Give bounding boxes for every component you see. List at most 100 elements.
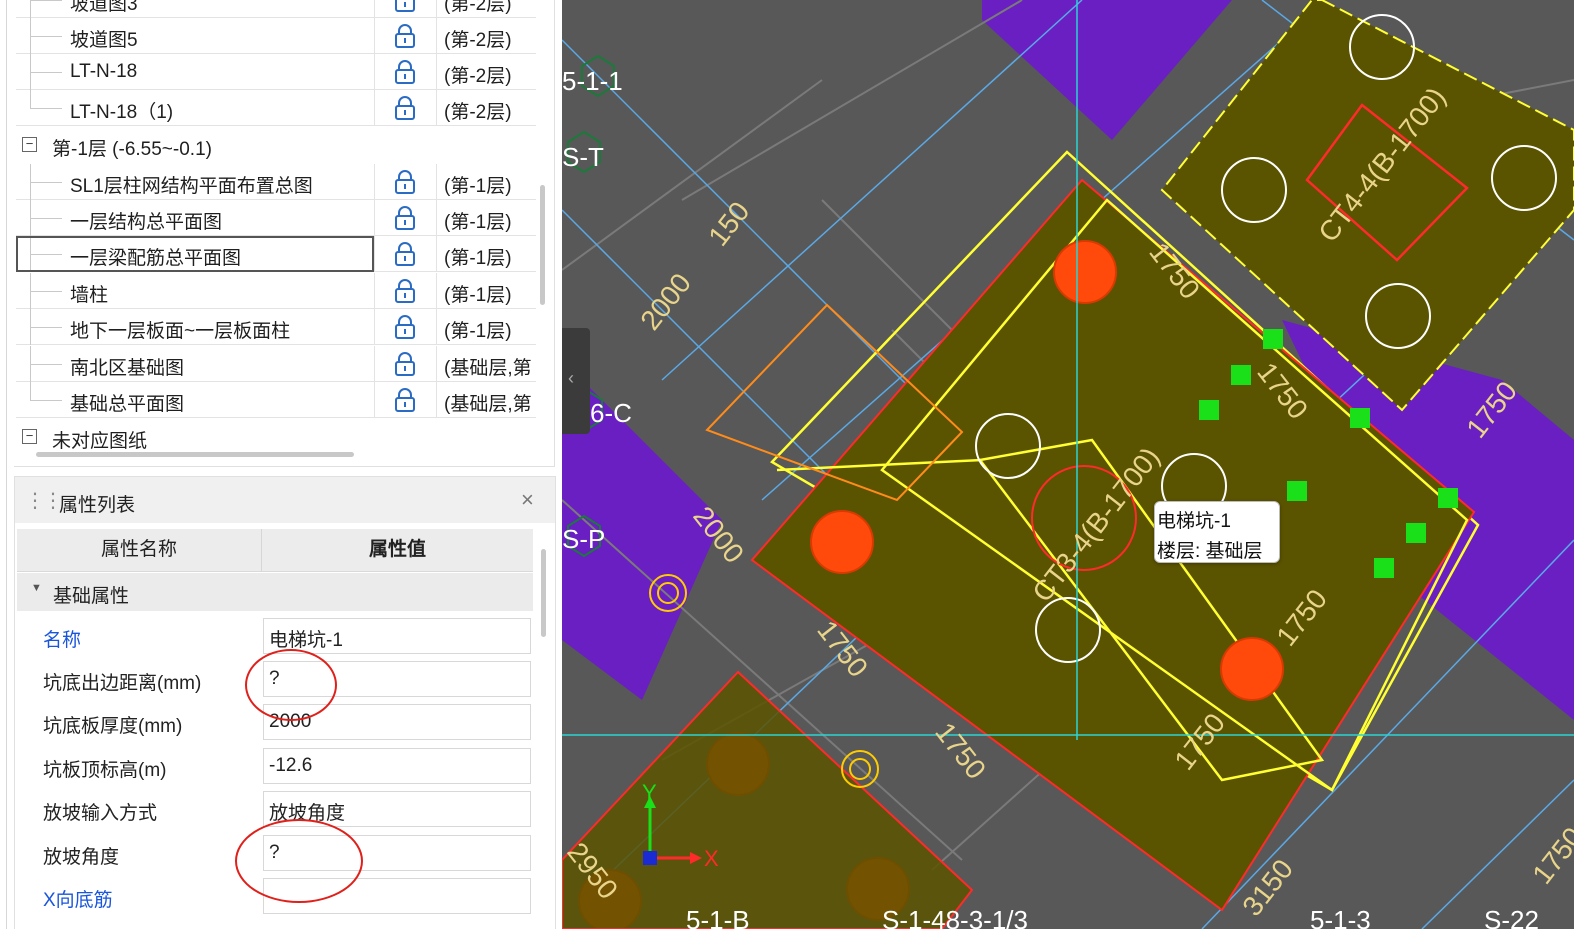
tree-row-name: 坡道图5 [70, 30, 138, 51]
caret-down-icon[interactable]: ▼ [31, 582, 42, 594]
axis-label: 5-1-1 [562, 66, 623, 96]
tree-row[interactable]: 基础总平面图 (基础层,第 [16, 382, 536, 418]
selection-outline [16, 236, 374, 272]
lock-icon[interactable] [392, 169, 418, 195]
axis-label: S-P [562, 524, 605, 554]
axis-label: 5-1-B [686, 905, 750, 929]
property-name: X向底筋 [43, 890, 113, 911]
tree-row-name: SL1层柱网结构平面布置总图 [70, 176, 313, 197]
lock-icon[interactable] [392, 314, 418, 340]
property-value-field[interactable]: 电梯坑-1 [263, 618, 531, 654]
property-panel-header[interactable]: ⋮⋮ 属性列表 × [15, 477, 555, 523]
axis-label: S-T [562, 142, 604, 172]
tooltip-title: 电梯坑-1 [1157, 511, 1231, 532]
tree-row[interactable]: 地下一层板面~一层板面柱 (第-1层) [16, 309, 536, 345]
lock-icon[interactable] [392, 59, 418, 85]
tree-row[interactable]: 坡道图3 (第-2层) [16, 0, 536, 18]
tree-row-floor: (第-2层) [444, 102, 512, 123]
lock-icon[interactable] [392, 351, 418, 377]
tree-row[interactable]: SL1层柱网结构平面布置总图 (第-1层) [16, 164, 536, 200]
tree-row[interactable]: 南北区基础图 (基础层,第 [16, 346, 536, 382]
tree-row-name: 地下一层板面~一层板面柱 [70, 321, 291, 342]
property-name: 放坡角度 [43, 847, 120, 868]
axis-label: S-1-48-3-1/3 [882, 905, 1028, 929]
ucs-x-label: X [704, 846, 719, 871]
property-vertical-scrollbar[interactable] [541, 549, 546, 637]
tooltip-floor: 楼层: 基础层 [1157, 541, 1263, 562]
tree-row-floor: (第-1层) [444, 285, 512, 306]
tree-group-label: 第-1层 (-6.55~-0.1) [52, 139, 212, 160]
tree-row[interactable]: 一层结构总平面图 (第-1层) [16, 200, 536, 236]
property-name: 坑板顶标高(m) [43, 760, 167, 781]
tree-row[interactable]: LT-N-18 (第-2层) [16, 54, 536, 90]
section-label: 基础属性 [53, 586, 130, 607]
cad-drawing[interactable]: 5-1-1 S-T 6-C S-P 5-1-B S-1-48-3-1/3 5-1… [562, 0, 1574, 929]
tree-horizontal-scrollbar[interactable] [36, 452, 354, 457]
panel-collapse-tab[interactable]: ‹ [562, 328, 590, 434]
hover-tooltip: 电梯坑-1 楼层: 基础层 [1154, 501, 1280, 563]
property-name: 放坡输入方式 [43, 803, 158, 824]
panel-edge [6, 0, 7, 929]
property-panel-title: 属性列表 [59, 495, 136, 516]
axis-label: 6-C [590, 398, 632, 428]
tree-row[interactable]: LT-N-18（1) (第-2层) [16, 90, 536, 126]
purple-zone [982, 0, 1232, 140]
axis-label: S-22 [1484, 905, 1539, 929]
tree-row-floor: (第-1层) [444, 321, 512, 342]
column-property-value: 属性值 [368, 539, 426, 560]
tree-row-name: 南北区基础图 [70, 358, 185, 379]
lock-icon[interactable] [392, 205, 418, 231]
red-annotation-circle [245, 649, 337, 721]
lock-icon[interactable] [392, 387, 418, 413]
cad-canvas[interactable]: 5-1-1 S-T 6-C S-P 5-1-B S-1-48-3-1/3 5-1… [562, 0, 1574, 929]
tree-row[interactable]: 坡道图5 (第-2层) [16, 18, 536, 54]
property-name: 坑底出边距离(mm) [43, 673, 202, 694]
property-name: 名称 [43, 630, 82, 651]
tree-row-floor: (第-1层) [444, 176, 512, 197]
column-property-name: 属性名称 [17, 529, 262, 571]
tree-group-unmatched[interactable]: − 未对应图纸 [16, 419, 536, 455]
drawing-tree: 坡道图3 (第-2层) 坡道图5 (第-2层) LT-N-18 (第-2层) L… [16, 0, 536, 460]
property-value-field[interactable]: -12.6 [263, 748, 531, 784]
tree-row-floor: (第-1层) [444, 212, 512, 233]
property-column-header: 属性名称 属性值 [17, 529, 533, 572]
left-panel: 坡道图3 (第-2层) 坡道图5 (第-2层) LT-N-18 (第-2层) L… [0, 0, 562, 929]
property-row: 坑板顶标高(m) -12.6 [17, 745, 533, 788]
collapse-toggle-icon[interactable]: − [22, 429, 37, 444]
tree-row-name: 墙柱 [70, 285, 109, 306]
tree-row-floor: (第-2层) [444, 0, 512, 15]
chevron-left-icon[interactable]: ‹ [568, 368, 574, 389]
ucs-y-label: Y [642, 780, 657, 805]
tree-vertical-scrollbar[interactable] [540, 185, 545, 305]
dimension-label: 2000 [634, 268, 697, 336]
lock-icon[interactable] [392, 278, 418, 304]
tree-row-selected[interactable]: 一层梁配筋总平面图 (第-1层) [16, 236, 536, 272]
property-panel: ⋮⋮ 属性列表 × 属性名称 属性值 ▼ 基础属性 名称 电梯坑-1 坑底出边距… [14, 476, 556, 929]
lock-icon[interactable] [392, 241, 418, 267]
lock-icon[interactable] [392, 23, 418, 49]
lock-icon[interactable] [392, 95, 418, 121]
close-icon[interactable]: × [521, 487, 534, 513]
tree-row-floor: (第-2层) [444, 30, 512, 51]
tree-row-floor: (基础层,第 [444, 394, 532, 415]
tree-row[interactable]: 墙柱 (第-1层) [16, 273, 536, 309]
dimension-label: 1750 [1526, 822, 1574, 890]
tree-row-floor: (基础层,第 [444, 358, 532, 379]
tree-row-name: 基础总平面图 [70, 394, 185, 415]
tree-group-label: 未对应图纸 [52, 431, 148, 452]
lock-icon[interactable] [392, 0, 418, 13]
tree-row-name: 一层结构总平面图 [70, 212, 223, 233]
section-basic-properties[interactable]: ▼ 基础属性 [17, 573, 533, 611]
collapse-toggle-icon[interactable]: − [22, 137, 37, 152]
tree-row-floor: (第-1层) [444, 248, 512, 269]
tree-row-name: LT-N-18（1) [70, 102, 174, 123]
property-name: 坑底板厚度(mm) [43, 716, 183, 737]
tree-row-name: 坡道图3 [70, 0, 138, 15]
tree-row-floor: (第-2层) [444, 66, 512, 87]
tree-row-name: LT-N-18 [70, 61, 138, 82]
pile-cap-lower-left [562, 670, 974, 929]
red-annotation-circle [235, 819, 363, 903]
axis-label: 5-1-3 [1310, 905, 1371, 929]
drag-handle-icon[interactable]: ⋮⋮ [25, 488, 63, 513]
tree-group-floor-minus-1[interactable]: − 第-1层 (-6.55~-0.1) [16, 127, 536, 163]
